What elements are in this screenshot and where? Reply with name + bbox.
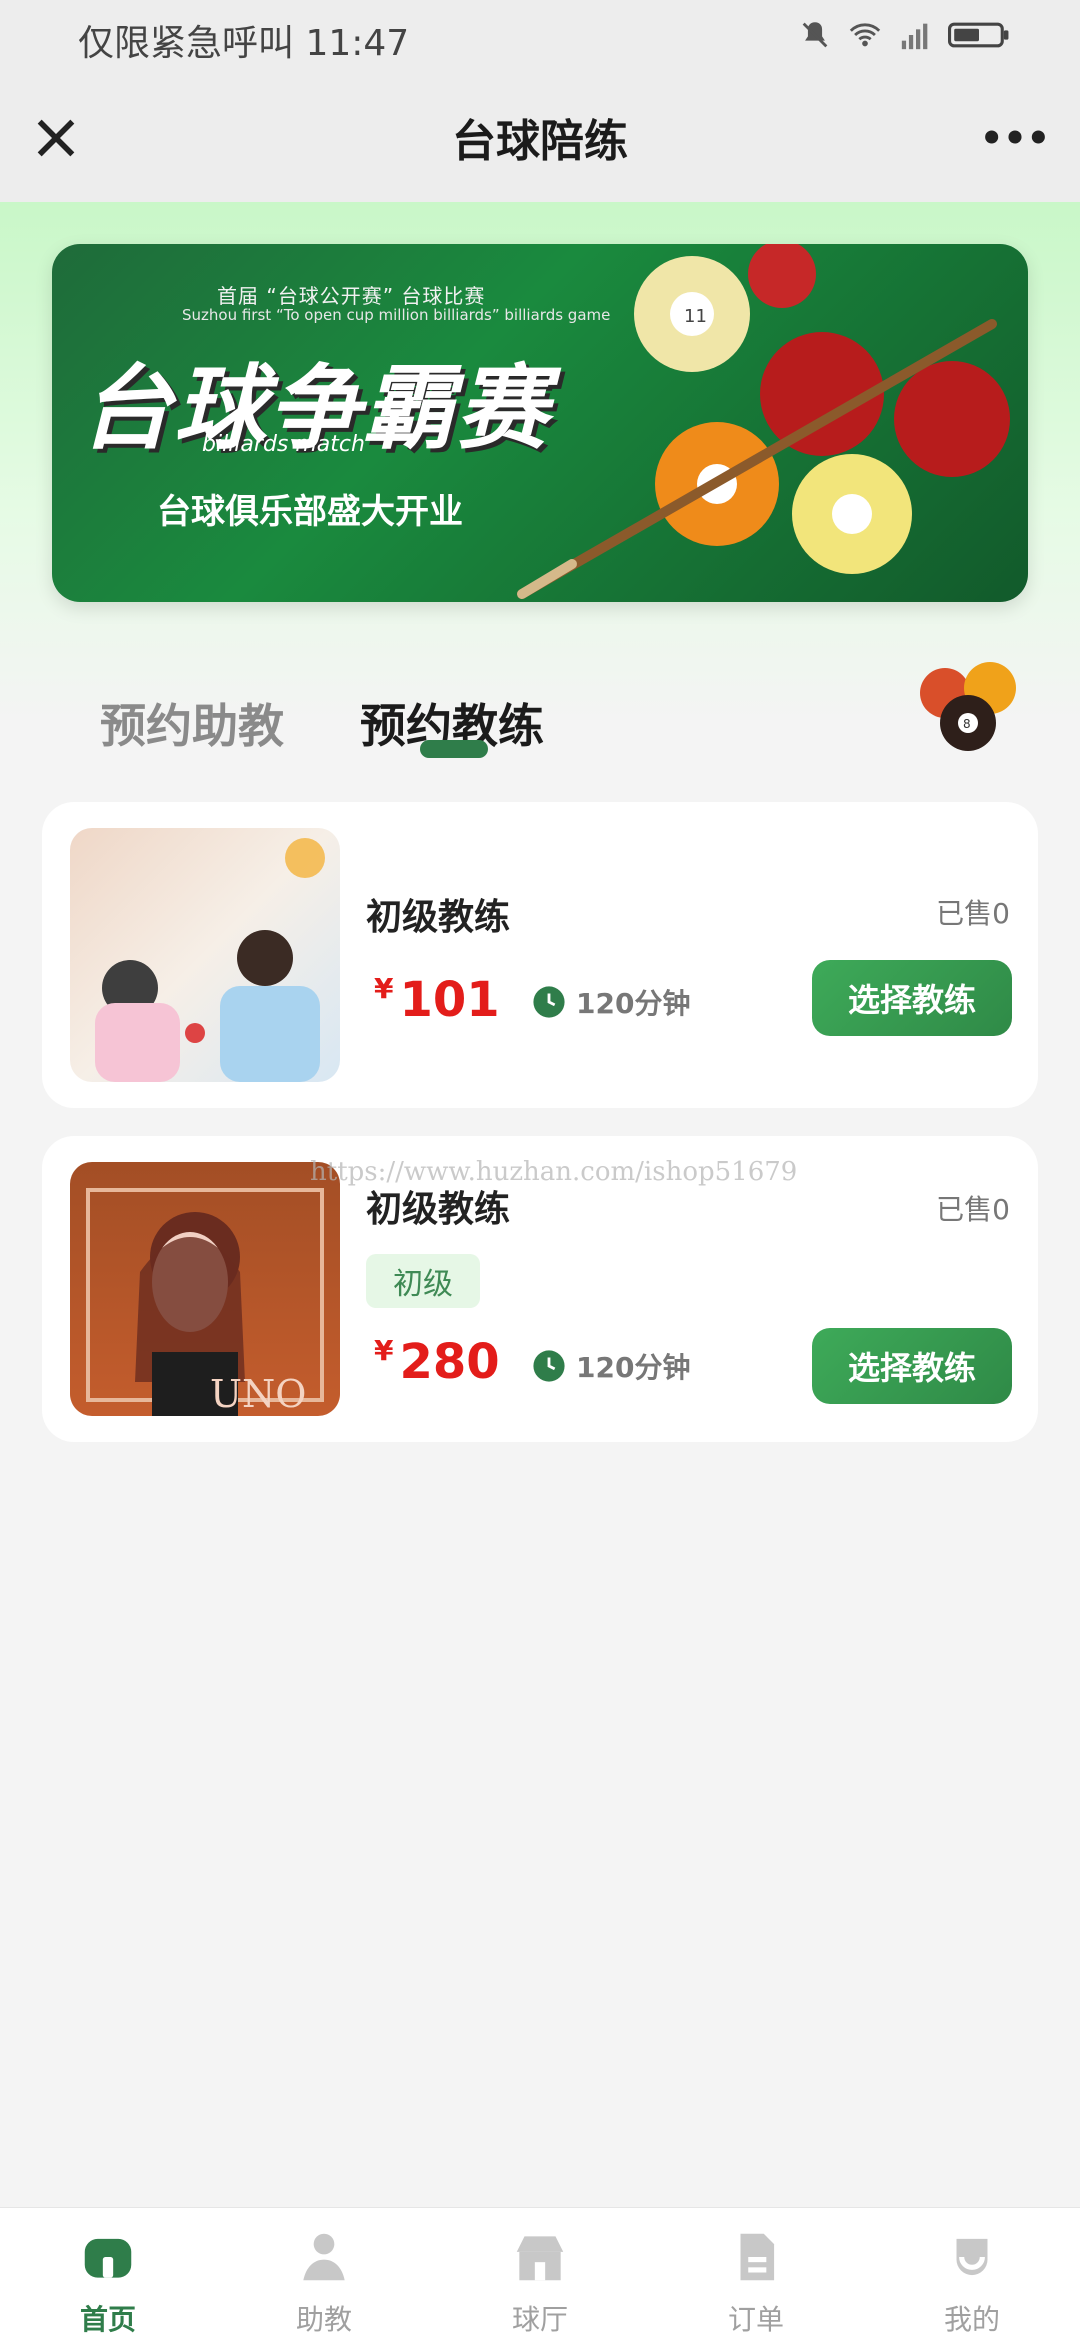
select-coach-button[interactable]: 选择教练 xyxy=(812,960,1012,1036)
coach-title: 初级教练 xyxy=(366,897,511,938)
price-value: 280 xyxy=(399,1334,500,1390)
bottom-nav-hall[interactable]: 球厅 xyxy=(432,2226,648,2336)
more-icon[interactable] xyxy=(980,112,1050,162)
currency: ¥ xyxy=(374,972,394,1005)
coach-title: 初级教练 xyxy=(366,1189,511,1230)
home-icon xyxy=(84,2238,132,2278)
bottom-label-hall: 球厅 xyxy=(511,2303,568,2336)
level-badge: 初级 xyxy=(366,1254,480,1308)
page-title: 台球陪练 xyxy=(452,116,628,167)
svg-text:11: 11 xyxy=(684,306,707,327)
billiard-balls-icon: 8 xyxy=(920,662,1016,751)
cartoon-thumbnail xyxy=(95,838,325,1082)
duration: 120分钟 xyxy=(532,1346,690,1386)
svg-text:UNO: UNO xyxy=(210,1372,306,1416)
sold-count: 已售0 xyxy=(936,1193,1010,1226)
close-icon[interactable] xyxy=(28,110,84,166)
duration-text: 120分钟 xyxy=(576,1351,691,1384)
tab-assistant[interactable]: 预约助教 xyxy=(100,690,284,756)
bottom-label-profile: 我的 xyxy=(943,2303,1000,2336)
nav-bar: 台球陪练 xyxy=(0,72,1080,202)
banner-subtitle: billiards match xyxy=(202,432,365,457)
duration: 120分钟 xyxy=(532,982,690,1022)
person-icon xyxy=(303,2233,345,2281)
bottom-nav-orders[interactable]: 订单 xyxy=(648,2226,864,2336)
document-icon xyxy=(740,2233,775,2281)
banner-english-text: Suzhou first “To open cup million billia… xyxy=(182,306,611,324)
store-icon xyxy=(516,2236,564,2281)
price: ¥280 xyxy=(374,1334,500,1390)
bottom-label-orders: 订单 xyxy=(727,2303,784,2336)
bottom-label-home: 首页 xyxy=(79,2303,136,2336)
coach-thumbnail xyxy=(70,828,340,1082)
wifi-icon xyxy=(849,23,881,47)
svg-text:8: 8 xyxy=(963,717,971,731)
price: ¥101 xyxy=(374,972,500,1028)
portrait-thumbnail: UNO xyxy=(86,1188,324,1416)
status-icons xyxy=(798,18,1010,52)
mute-bell-icon xyxy=(802,22,828,48)
currency: ¥ xyxy=(374,1334,394,1367)
duration-text: 120分钟 xyxy=(576,987,691,1020)
clock-icon xyxy=(533,1350,565,1382)
tab-active-indicator xyxy=(420,740,488,758)
status-bar: 仅限紧急呼叫 11:47 xyxy=(0,0,1080,72)
battery-icon xyxy=(948,22,1009,48)
price-value: 101 xyxy=(399,972,500,1028)
select-coach-button[interactable]: 选择教练 xyxy=(812,1328,1012,1404)
coach-thumbnail: UNO xyxy=(70,1162,340,1416)
banner-line: 台球俱乐部盛大开业 xyxy=(157,492,463,532)
bottom-nav-home[interactable]: 首页 xyxy=(0,2226,216,2336)
status-text: 仅限紧急呼叫 11:47 xyxy=(78,23,410,64)
promo-banner[interactable]: 11 首届 “台球公开赛” 台球比赛 Suzhou first “To open… xyxy=(52,244,1028,602)
coach-card[interactable]: 初级教练 已售0 ¥101 120分钟 选择教练 xyxy=(42,802,1038,1108)
bottom-nav-profile[interactable]: 我的 xyxy=(864,2226,1080,2336)
bottom-nav-assistant[interactable]: 助教 xyxy=(216,2226,432,2336)
profile-icon xyxy=(956,2238,988,2276)
clock-icon xyxy=(533,986,565,1018)
bottom-label-assistant: 助教 xyxy=(295,2303,352,2336)
sold-count: 已售0 xyxy=(936,897,1010,930)
signal-icon xyxy=(901,23,928,50)
banner-small-text: 首届 “台球公开赛” 台球比赛 xyxy=(217,284,486,308)
watermark-text: https://www.huzhan.com/ishop51679 xyxy=(310,1157,798,1187)
bottom-nav: 首页 助教 球厅 订单 我的 xyxy=(0,2207,1080,2340)
